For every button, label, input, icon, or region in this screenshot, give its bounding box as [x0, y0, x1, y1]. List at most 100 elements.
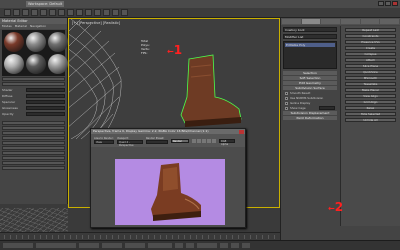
clone-window-icon[interactable]	[202, 138, 206, 143]
material-sample-slot[interactable]	[48, 32, 68, 52]
opacity-spinner[interactable]	[26, 112, 65, 116]
diffuse-swatch[interactable]	[26, 94, 65, 98]
isoline-display-checkbox[interactable]	[285, 101, 288, 105]
material-sample-slot[interactable]	[4, 32, 24, 52]
coordinate-field[interactable]	[102, 243, 122, 248]
boot-model[interactable]	[169, 37, 249, 137]
shader-dropdown[interactable]	[26, 88, 65, 92]
material-sample-slot[interactable]	[4, 54, 24, 74]
material-editor-icon[interactable]	[103, 9, 110, 16]
move-icon[interactable]	[49, 9, 56, 16]
viewport-label[interactable]: [+] [Perspective] [Realistic]	[72, 21, 120, 25]
maps-rollout[interactable]	[2, 151, 65, 155]
menu-modes[interactable]: Modes	[2, 24, 12, 29]
area-dropdown[interactable]: View	[94, 140, 114, 144]
rotate-icon[interactable]	[58, 9, 65, 16]
next-frame-icon[interactable]	[186, 243, 194, 248]
rollout-edit-geometry[interactable]: Edit Geometry	[283, 81, 337, 85]
hierarchy-tab-icon[interactable]	[321, 19, 341, 24]
mirror-icon[interactable]	[85, 9, 92, 16]
play-icon[interactable]	[175, 243, 183, 248]
workspace-selector[interactable]: Workspace: Default	[26, 1, 65, 7]
create-tab-icon[interactable]	[282, 19, 301, 24]
menu-navigation[interactable]: Navigation	[30, 24, 46, 29]
edit-button[interactable]: Constraints	[345, 34, 396, 38]
motion-tab-icon[interactable]	[341, 19, 360, 24]
maps-rollout[interactable]	[2, 166, 65, 170]
scale-icon[interactable]	[67, 9, 74, 16]
edit-button[interactable]: Preserve UVs	[345, 40, 396, 44]
glossiness-spinner[interactable]	[26, 106, 65, 110]
edit-button[interactable]: MSmooth	[345, 76, 396, 80]
maps-rollout[interactable]	[2, 126, 65, 130]
close-icon[interactable]	[392, 1, 398, 6]
render-button[interactable]: Render	[171, 138, 189, 143]
maps-rollout[interactable]	[2, 156, 65, 160]
print-icon[interactable]	[207, 138, 211, 143]
material-sample-slot[interactable]	[48, 54, 68, 74]
minimize-icon[interactable]	[378, 1, 384, 6]
snap-icon[interactable]	[76, 9, 83, 16]
modifier-stack-item[interactable]: Editable Poly	[285, 43, 335, 47]
edit-button[interactable]: Repeat Last	[345, 28, 396, 32]
maxscript-listener[interactable]	[3, 243, 33, 248]
material-sample-slot[interactable]	[26, 32, 46, 52]
redo-icon[interactable]	[13, 9, 20, 16]
maps-rollout[interactable]	[2, 161, 65, 165]
edit-button[interactable]: Make Planar	[345, 88, 396, 92]
clear-icon[interactable]	[212, 138, 216, 143]
smooth-result-checkbox[interactable]	[285, 91, 288, 95]
edit-button[interactable]: Hide Selected	[345, 112, 396, 116]
render-setup-icon[interactable]	[112, 9, 119, 16]
show-cage-checkbox[interactable]	[285, 106, 288, 110]
edit-button[interactable]: Tessellate	[345, 82, 396, 86]
specular-swatch[interactable]	[26, 100, 65, 104]
maps-rollout[interactable]	[2, 146, 65, 150]
use-nurms-checkbox[interactable]	[285, 96, 288, 100]
edit-button[interactable]: QuickSlice	[345, 70, 396, 74]
orbit-icon[interactable]	[242, 243, 250, 248]
iterations-spinner[interactable]	[319, 106, 335, 110]
rollout-subdivision-surface[interactable]: Subdivision Surface	[283, 86, 337, 90]
viewport-dropdown[interactable]: Quad 4 - Perspective	[117, 140, 143, 147]
zoom-icon[interactable]	[220, 243, 228, 248]
maps-rollout[interactable]	[2, 141, 65, 145]
undo-icon[interactable]	[4, 9, 11, 16]
edit-button[interactable]: Slice Plane	[345, 64, 396, 68]
close-icon[interactable]	[239, 129, 244, 134]
rollout-subdivision-displacement[interactable]: Subdivision Displacement	[283, 111, 337, 115]
coordinate-field[interactable]	[125, 243, 145, 248]
edit-button[interactable]: View Align	[345, 94, 396, 98]
edit-button[interactable]: Unhide All	[345, 118, 396, 122]
edit-button[interactable]: Relax	[345, 106, 396, 110]
select-object-icon[interactable]	[40, 9, 47, 16]
channel-dropdown[interactable]: RGB Alpha	[219, 138, 235, 146]
copy-image-icon[interactable]	[197, 138, 201, 143]
pan-icon[interactable]	[231, 243, 239, 248]
frame-field[interactable]	[197, 243, 217, 248]
edit-button[interactable]: Collapse	[345, 52, 396, 56]
material-sample-slot[interactable]	[26, 54, 46, 74]
modify-tab-icon[interactable]	[301, 19, 321, 24]
edit-button[interactable]: Grid Align	[345, 100, 396, 104]
render-icon[interactable]	[121, 9, 128, 16]
maximize-icon[interactable]	[385, 1, 391, 6]
maps-rollout[interactable]	[2, 121, 65, 125]
align-icon[interactable]	[94, 9, 101, 16]
material-toolbar[interactable]	[2, 77, 65, 81]
display-tab-icon[interactable]	[360, 19, 380, 24]
select-link-icon[interactable]	[22, 9, 29, 16]
maps-rollout[interactable]	[2, 136, 65, 140]
utilities-tab-icon[interactable]	[380, 19, 400, 24]
rollout-soft-selection[interactable]: Soft Selection	[283, 76, 337, 80]
maps-rollout[interactable]	[2, 131, 65, 135]
modifier-list-dropdown[interactable]: Modifier List	[283, 34, 337, 39]
edit-button[interactable]: Attach	[345, 58, 396, 62]
rollout-paint-deformation[interactable]: Paint Deformation	[283, 116, 337, 120]
rollout-selection[interactable]: Selection	[283, 71, 337, 75]
menu-material[interactable]: Material	[15, 24, 27, 29]
edit-button[interactable]: Create	[345, 46, 396, 50]
object-name-field[interactable]: Cowboy boot	[283, 27, 337, 32]
save-image-icon[interactable]	[192, 138, 196, 143]
unlink-icon[interactable]	[31, 9, 38, 16]
